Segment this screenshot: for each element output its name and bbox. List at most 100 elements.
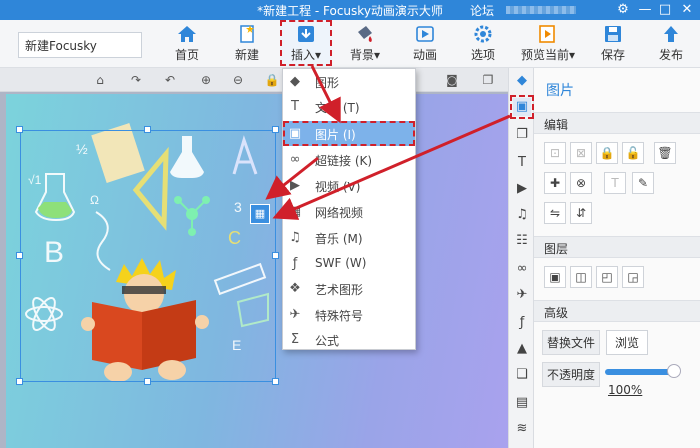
menu-item-music[interactable]: ♫ 音乐 (M) — [283, 225, 415, 250]
zoom-in-icon[interactable]: ⊕ — [198, 72, 214, 88]
add-icon[interactable]: ✚ — [544, 172, 566, 194]
art-shape-icon: ❖ — [289, 281, 301, 296]
app-window: *新建工程 - Focusky动画演示大师 论坛 ⚙ — □ ✕ 新建Focus… — [0, 0, 700, 448]
publish-label: 发布 — [658, 48, 683, 62]
home-button[interactable]: 首页 — [164, 20, 210, 66]
undo-icon[interactable]: ↶ — [162, 72, 178, 88]
zoom-out-icon[interactable]: ⊖ — [230, 72, 246, 88]
bring-forward-icon[interactable]: ▣ — [544, 266, 566, 288]
close-button[interactable]: ✕ — [678, 1, 696, 19]
unlock-icon[interactable]: 🔓 — [622, 142, 644, 164]
lock-icon[interactable]: 🔒 — [264, 72, 280, 88]
plane-icon[interactable]: ✈ — [513, 286, 531, 304]
options-button[interactable]: 选项 — [460, 20, 506, 66]
video-icon[interactable]: ▶ — [513, 180, 531, 198]
crop-icon[interactable]: ⊡ — [544, 142, 566, 164]
save-label: 保存 — [600, 48, 625, 62]
insert-label: 插入▾ — [290, 48, 322, 62]
menu-item-label: 视频 (V) — [315, 180, 361, 194]
flip-horizontal-icon[interactable]: ⇋ — [544, 202, 566, 224]
send-to-back-icon[interactable]: ◲ — [622, 266, 644, 288]
resize-handle[interactable] — [16, 126, 23, 133]
options-label: 选项 — [470, 48, 495, 62]
menu-item-label: 图片 (I) — [315, 128, 356, 142]
image-grid-icon[interactable]: ▦ — [250, 204, 270, 224]
insert-icon — [298, 26, 314, 42]
menu-item-image[interactable]: ▣ 图片 (I) — [283, 121, 415, 146]
menu-item-formula[interactable]: Σ 公式 — [283, 327, 415, 352]
link-icon[interactable]: ∞ — [513, 260, 531, 278]
user-account-blurred[interactable] — [506, 6, 576, 14]
insert-button[interactable]: 插入▾ — [280, 20, 332, 66]
menu-item-label: 公式 — [315, 334, 340, 348]
menu-item-art-shape[interactable]: ❖ 艺术图形 — [283, 276, 415, 301]
frame-icon[interactable]: ❐ — [513, 126, 531, 144]
hat-icon[interactable]: ▲ — [513, 340, 531, 358]
brush-icon[interactable]: ✎ — [632, 172, 654, 194]
animation-button[interactable]: 动画 — [402, 20, 448, 66]
editing-canvas[interactable]: B C ½ √1 3 E Ω ▦ — [0, 92, 508, 448]
publish-button[interactable]: 发布 — [648, 20, 694, 66]
save-button[interactable]: 保存 — [590, 20, 636, 66]
menu-item-label: 艺术图形 — [315, 283, 364, 297]
forum-link[interactable]: 论坛 — [470, 2, 494, 19]
preview-current-button[interactable]: 预览当前▾ — [520, 20, 576, 66]
screenshot-camera-icon[interactable]: ◙ — [444, 72, 460, 88]
text-style-icon[interactable]: T — [604, 172, 626, 194]
resize-handle[interactable] — [272, 252, 279, 259]
swf-icon[interactable]: ƒ — [513, 314, 531, 332]
send-backward-icon[interactable]: ◫ — [570, 266, 592, 288]
delete-icon[interactable]: 🗑 — [654, 142, 676, 164]
window-title: *新建工程 - Focusky动画演示大师 — [257, 4, 443, 18]
background-button[interactable]: 背景▾ — [340, 20, 390, 66]
resize-handle[interactable] — [272, 126, 279, 133]
shape-icon[interactable]: ◆ — [513, 72, 531, 90]
minimize-button[interactable]: — — [636, 1, 654, 19]
menu-item-hyperlink[interactable]: ∞ 超链接 (K) — [283, 147, 415, 172]
flip-vertical-icon[interactable]: ⇵ — [570, 202, 592, 224]
crop-alt-icon[interactable]: ⊠ — [570, 142, 592, 164]
browse-button[interactable]: 浏览 — [606, 330, 649, 355]
lock-icon[interactable]: 🔒 — [596, 142, 618, 164]
replace-icon[interactable]: ⊗ — [570, 172, 592, 194]
section-label: 图层 — [544, 242, 569, 256]
image-icon[interactable]: ▣ — [510, 95, 534, 119]
opacity-slider-knob[interactable] — [667, 364, 681, 378]
canvas-toolbar: ⌂ ↷ ↶ ⊕ ⊖ 🔒 ◙ ❐ — [0, 68, 534, 92]
menu-item-text[interactable]: T 文字 (T) — [283, 94, 415, 119]
menu-item-special-symbol[interactable]: ✈ 特殊符号 — [283, 302, 415, 327]
preview-icon — [539, 25, 555, 43]
document-name-field[interactable]: 新建Focusky — [18, 32, 142, 58]
new-file-icon — [240, 25, 254, 43]
resize-handle[interactable] — [16, 252, 23, 259]
music-icon[interactable]: ♫ — [513, 206, 531, 224]
resize-handle[interactable] — [144, 126, 151, 133]
menu-item-label: 网络视频 — [315, 206, 364, 220]
swf-icon: ƒ — [292, 256, 298, 271]
menu-item-label: 文字 (T) — [315, 101, 360, 115]
settings-gear-icon[interactable]: ⚙ — [614, 1, 632, 19]
menu-item-video[interactable]: ▶ 视频 (V) — [283, 173, 415, 198]
layout-icon[interactable]: ▤ — [513, 394, 531, 412]
new-button[interactable]: 新建 — [224, 20, 270, 66]
resize-handle[interactable] — [16, 378, 23, 385]
stack-icon[interactable]: ≋ — [513, 420, 531, 438]
insert-dropdown-menu: ◆ 图形 T 文字 (T) ▣ 图片 (I) ∞ 超链接 (K) ▶ 视频 (V… — [282, 68, 416, 350]
people-icon[interactable]: ☷ — [513, 232, 531, 250]
maximize-button[interactable]: □ — [656, 1, 674, 19]
image-selection-box[interactable] — [20, 130, 276, 382]
resize-handle[interactable] — [144, 378, 151, 385]
resize-handle[interactable] — [272, 378, 279, 385]
home-icon — [178, 26, 196, 42]
menu-item-shape[interactable]: ◆ 图形 — [283, 69, 415, 94]
layers-copy-icon[interactable]: ❑ — [513, 366, 531, 384]
redo-icon[interactable]: ↷ — [128, 72, 144, 88]
frame-icon[interactable]: ❐ — [480, 72, 496, 88]
home-view-icon[interactable]: ⌂ — [92, 72, 108, 88]
text-icon[interactable]: T — [513, 154, 531, 172]
menu-item-web-video[interactable]: ▦ 网络视频 — [283, 199, 415, 224]
bring-to-front-icon[interactable]: ◰ — [596, 266, 618, 288]
menu-item-swf[interactable]: ƒ SWF (W) — [283, 251, 415, 276]
formula-icon: Σ — [290, 332, 300, 347]
replace-file-label: 替换文件 — [542, 330, 601, 355]
